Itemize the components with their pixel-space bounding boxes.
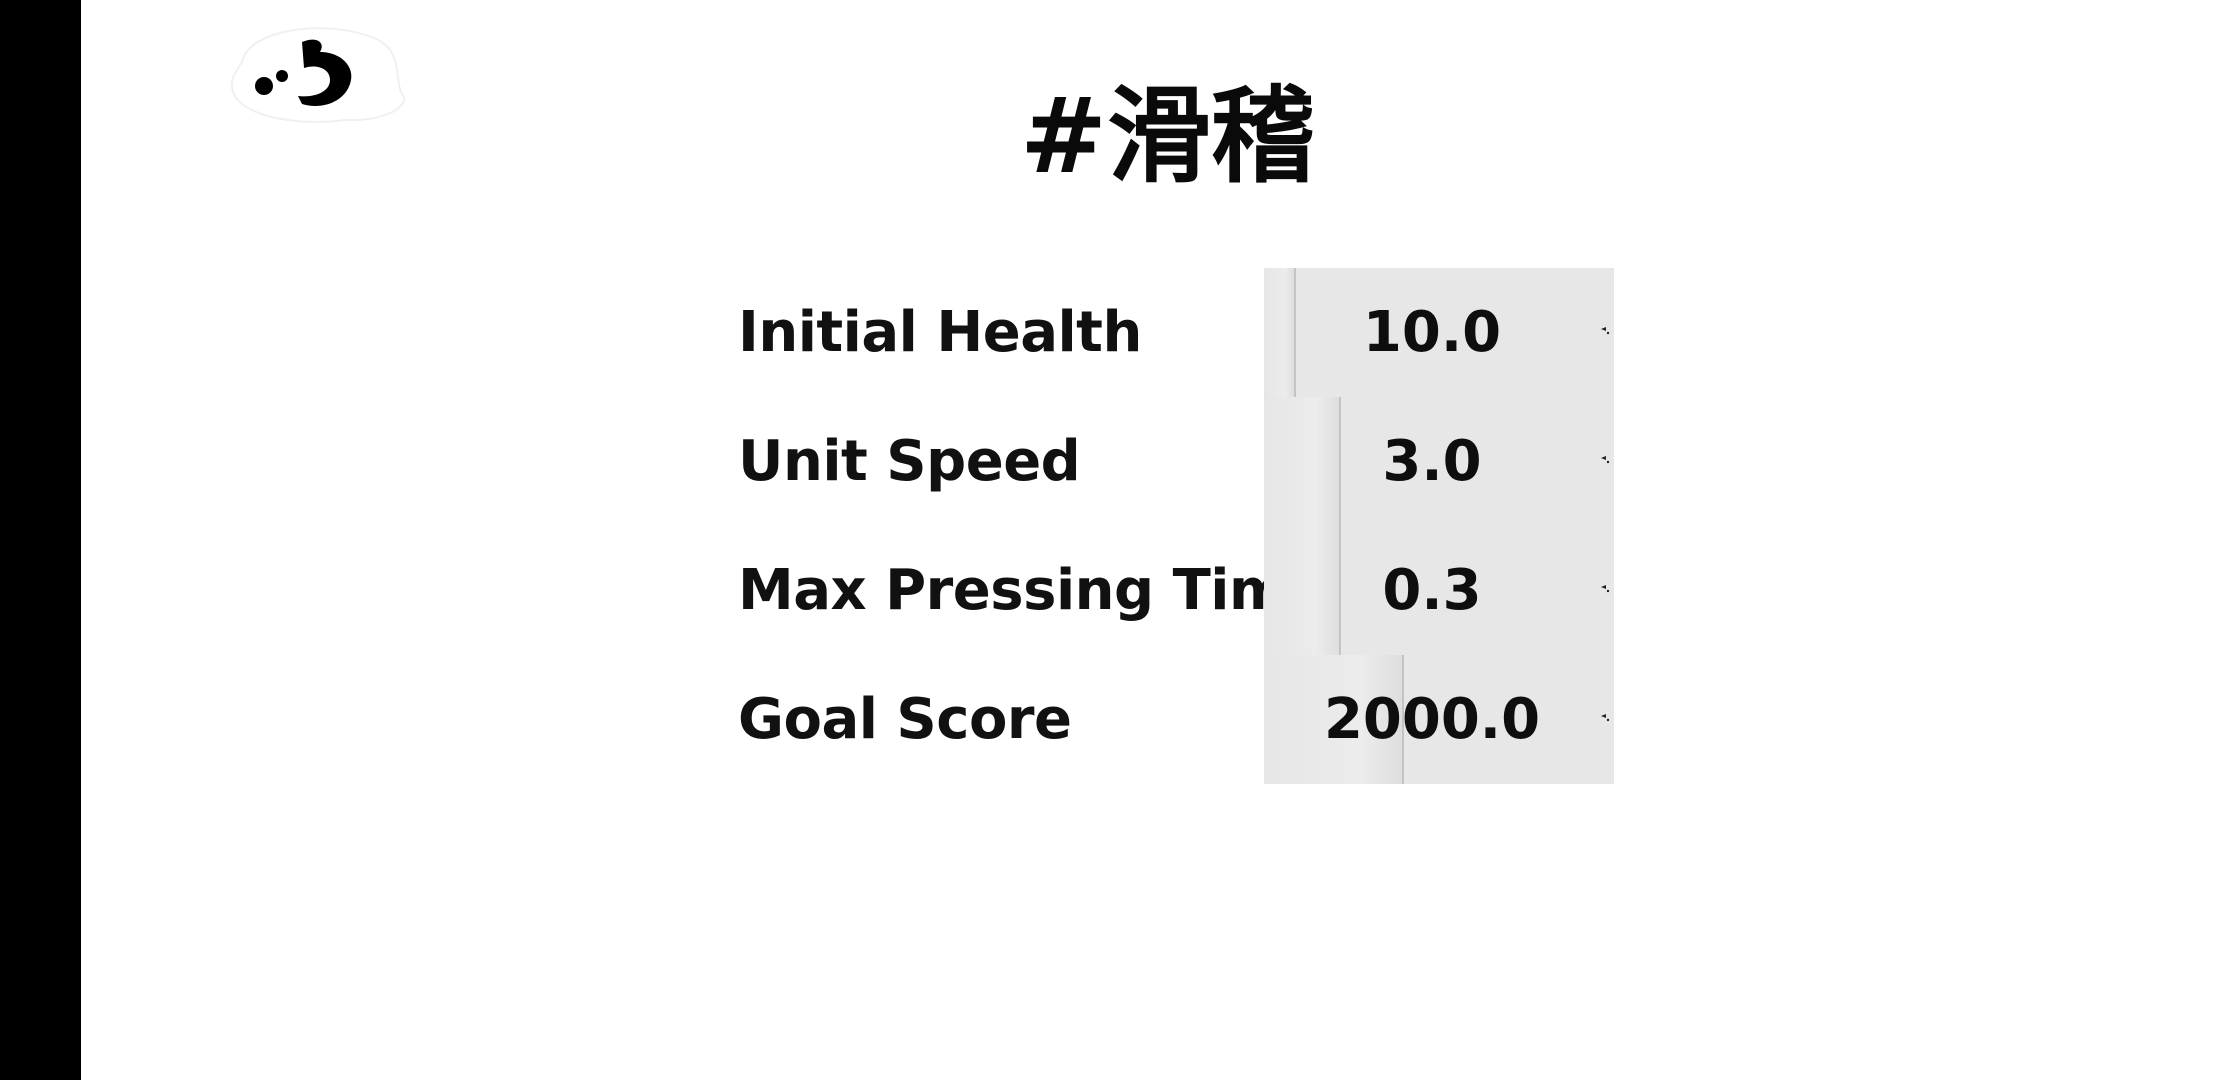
slider-value: 0.3 <box>1382 558 1482 623</box>
small-arrow-icon <box>1601 585 1610 593</box>
slider-value: 10.0 <box>1362 300 1502 365</box>
left-black-bar <box>0 0 81 1080</box>
slider-value: 2000.0 <box>1323 687 1541 752</box>
setting-row-goal-score: Goal Score 2000.0 <box>738 655 1614 784</box>
setting-row-initial-health: Initial Health 10.0 <box>738 268 1614 397</box>
small-arrow-icon <box>1601 714 1610 722</box>
swirl-logo-icon[interactable] <box>224 22 414 128</box>
settings-screen: #滑稽 Initial Health 10.0 Unit Speed 3.0 M… <box>0 0 2240 1080</box>
setting-label: Initial Health <box>738 300 1142 365</box>
page-title: #滑稽 <box>1020 75 1316 197</box>
unit-speed-slider[interactable]: 3.0 <box>1264 397 1614 526</box>
setting-label: Max Pressing Time <box>738 558 1325 623</box>
slider-value: 3.0 <box>1382 429 1482 494</box>
goal-score-slider[interactable]: 2000.0 <box>1264 655 1614 784</box>
small-arrow-icon <box>1601 327 1610 335</box>
small-arrow-icon <box>1601 456 1610 464</box>
setting-row-max-pressing-time: Max Pressing Time 0.3 <box>738 526 1614 655</box>
setting-label: Unit Speed <box>738 429 1081 494</box>
initial-health-slider[interactable]: 10.0 <box>1264 268 1614 397</box>
setting-label: Goal Score <box>738 687 1072 752</box>
setting-row-unit-speed: Unit Speed 3.0 <box>738 397 1614 526</box>
max-pressing-time-slider[interactable]: 0.3 <box>1264 526 1614 655</box>
